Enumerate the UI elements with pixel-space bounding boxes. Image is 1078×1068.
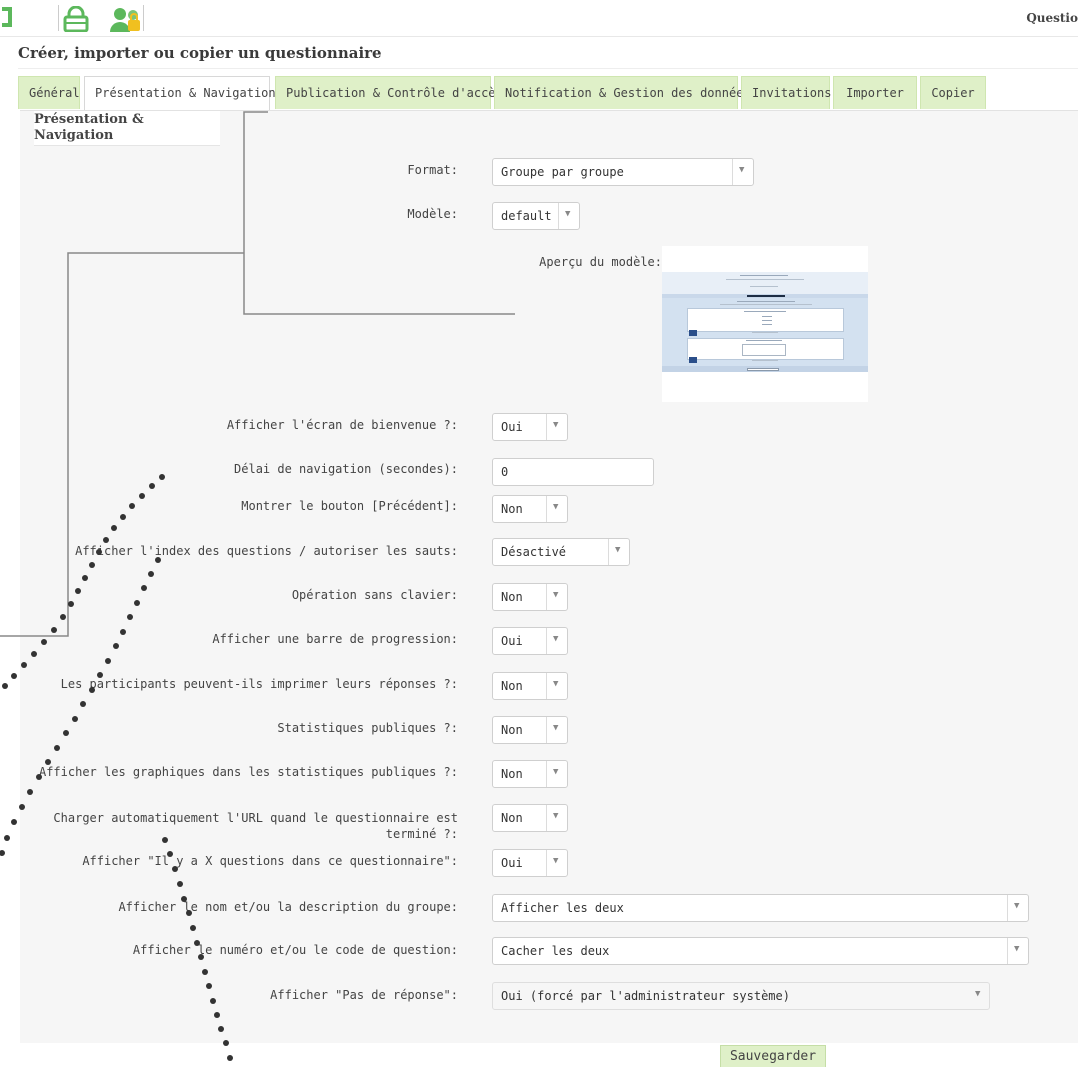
chevron-down-icon: ▼ — [546, 673, 567, 699]
progress-bar-select[interactable]: Oui ▼ — [492, 627, 568, 655]
chevron-down-icon: ▼ — [546, 496, 567, 522]
title-divider — [18, 68, 1078, 69]
chevron-down-icon: ▼ — [558, 203, 579, 229]
public-stats-select[interactable]: Non ▼ — [492, 716, 568, 744]
template-label: Modèle: — [407, 207, 458, 221]
tab-copy[interactable]: Copier — [920, 76, 986, 109]
public-graphs-label: Afficher les graphiques dans les statist… — [38, 765, 458, 779]
print-answers-label: Les participants peuvent-ils imprimer le… — [60, 677, 458, 691]
format-label: Format: — [407, 163, 458, 177]
lock-icon[interactable] — [62, 6, 90, 32]
survey-title-truncated[interactable]: Questio — [1026, 11, 1078, 25]
keyboardless-select[interactable]: Non ▼ — [492, 583, 568, 611]
question-index-label: Afficher l'index des questions / autoris… — [75, 544, 458, 558]
welcome-screen-label: Afficher l'écran de bienvenue ?: — [226, 418, 458, 432]
template-preview-label: Aperçu du modèle: — [539, 255, 662, 269]
format-select[interactable]: Groupe par groupe ▼ — [492, 158, 754, 186]
chevron-down-icon: ▼ — [1007, 938, 1028, 964]
chevron-down-icon: ▼ — [546, 628, 567, 654]
toolbar-divider — [143, 5, 144, 31]
question-number-select[interactable]: Cacher les deux ▼ — [492, 937, 1029, 965]
template-preview-image — [662, 246, 868, 402]
page-title: Créer, importer ou copier un questionnai… — [18, 44, 382, 62]
x-questions-select[interactable]: Oui ▼ — [492, 849, 568, 877]
keyboardless-label: Opération sans clavier: — [291, 588, 458, 602]
chevron-down-icon: ▼ — [546, 850, 567, 876]
print-answers-select[interactable]: Non ▼ — [492, 672, 568, 700]
chevron-down-icon: ▼ — [546, 805, 567, 831]
tab-import[interactable]: Importer — [833, 76, 917, 109]
template-select[interactable]: default ▼ — [492, 202, 580, 230]
autoload-url-label: Charger automatiquement l'URL quand le q… — [53, 811, 458, 841]
tab-publication-access-control[interactable]: Publication & Contrôle d'accès — [275, 76, 503, 109]
tab-presentation-navigation[interactable]: Présentation & Navigation — [84, 76, 276, 112]
chevron-down-icon: ▼ — [608, 539, 629, 565]
tab-general[interactable]: Général — [18, 76, 80, 109]
chevron-down-icon: ▼ — [975, 989, 981, 999]
question-number-label: Afficher le numéro et/ou le code de ques… — [132, 943, 458, 957]
chevron-down-icon: ▼ — [546, 761, 567, 787]
chevron-down-icon: ▼ — [732, 159, 753, 185]
question-index-select[interactable]: Désactivé ▼ — [492, 538, 630, 566]
chevron-down-icon: ▼ — [1007, 895, 1028, 921]
public-graphs-select[interactable]: Non ▼ — [492, 760, 568, 788]
navigation-delay-label: Délai de navigation (secondes): — [234, 462, 458, 476]
navigation-delay-input[interactable]: 0 — [492, 458, 654, 486]
chevron-down-icon: ▼ — [546, 717, 567, 743]
no-answer-label: Afficher "Pas de réponse": — [270, 988, 458, 1002]
toolbar-divider — [58, 5, 59, 31]
chevron-down-icon: ▼ — [546, 584, 567, 610]
public-stats-label: Statistiques publiques ?: — [277, 721, 458, 735]
tab-notification-data-management[interactable]: Notification & Gestion des données — [494, 76, 751, 109]
x-questions-label: Afficher "Il y a X questions dans ce que… — [82, 854, 458, 868]
no-answer-select: Oui (forcé par l'administrateur système)… — [492, 982, 990, 1010]
group-info-select[interactable]: Afficher les deux ▼ — [492, 894, 1029, 922]
chevron-down-icon: ▼ — [546, 414, 567, 440]
group-info-label: Afficher le nom et/ou la description du … — [118, 900, 458, 914]
welcome-screen-select[interactable]: Oui ▼ — [492, 413, 568, 441]
home-icon[interactable] — [2, 7, 12, 27]
previous-button-select[interactable]: Non ▼ — [492, 495, 568, 523]
autoload-url-select[interactable]: Non ▼ — [492, 804, 568, 832]
save-button[interactable]: Sauvegarder — [720, 1045, 826, 1067]
progress-bar-label: Afficher une barre de progression: — [212, 632, 458, 646]
top-toolbar: Questio — [0, 0, 1078, 37]
panel-heading: Présentation & Navigation — [34, 111, 220, 146]
previous-button-label: Montrer le bouton [Précédent]: — [241, 499, 458, 513]
tab-invitations[interactable]: Invitations — [741, 76, 831, 109]
user-permissions-icon[interactable] — [109, 5, 145, 33]
